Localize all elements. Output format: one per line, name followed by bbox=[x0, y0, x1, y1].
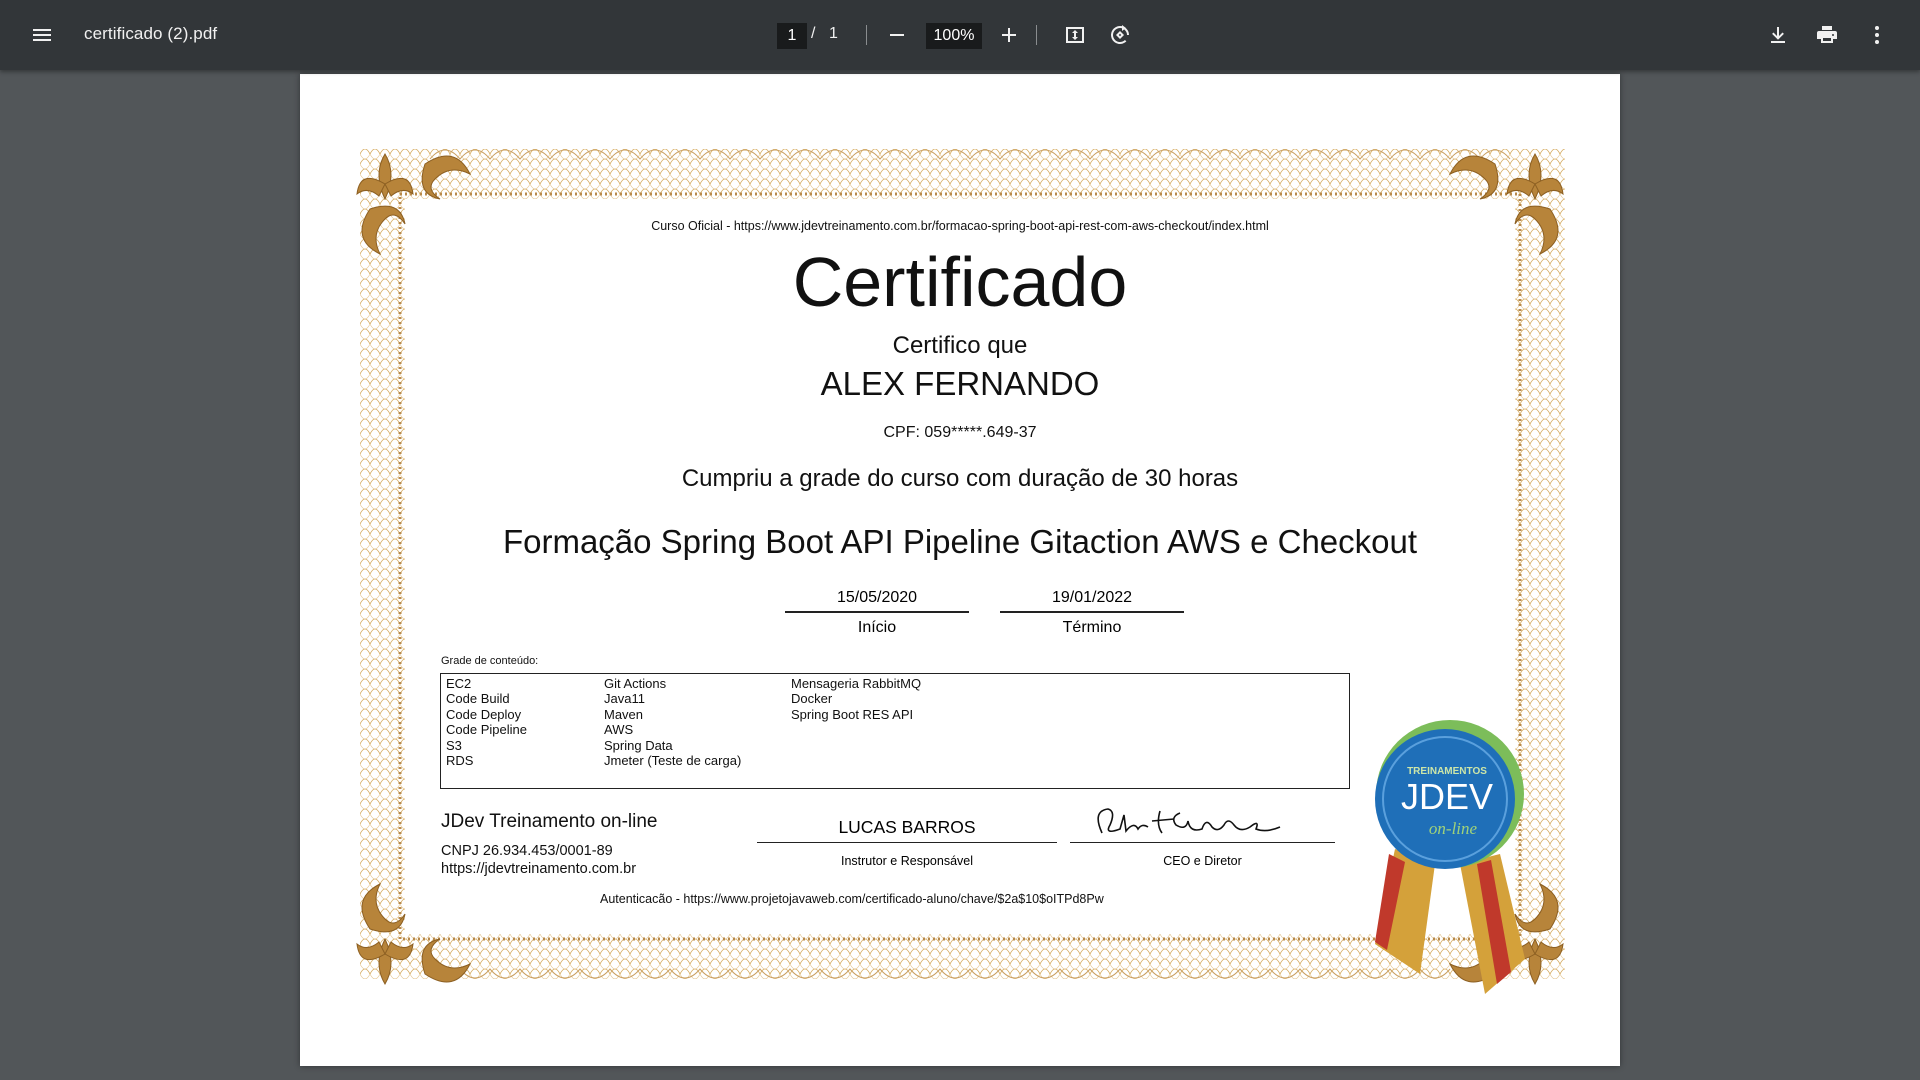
end-date-block: 19/01/2022 Término bbox=[1000, 589, 1184, 637]
rotate-button[interactable] bbox=[1100, 15, 1140, 55]
zoom-in-icon bbox=[1002, 28, 1016, 42]
course-name: Formação Spring Boot API Pipeline Gitact… bbox=[502, 523, 1418, 560]
grade-item: Mensageria RabbitMQ bbox=[791, 676, 922, 691]
instructor-signature-block: LUCAS BARROS Instrutor e Responsável bbox=[757, 817, 1057, 868]
grade-item: Jmeter (Teste de carga) bbox=[604, 753, 742, 769]
grade-item: AWS bbox=[604, 722, 634, 738]
organization-name: JDev Treinamento on-line bbox=[441, 811, 658, 832]
course-source-url: Curso Oficial - https://www.jdevtreiname… bbox=[651, 219, 1269, 233]
end-date: 19/01/2022 bbox=[1000, 589, 1184, 613]
grade-item: RDS bbox=[446, 753, 474, 769]
grade-item: Docker bbox=[791, 691, 833, 707]
pdf-toolbar: certificado (2).pdf 1 / 1 100% bbox=[0, 0, 1920, 70]
download-icon bbox=[1771, 27, 1785, 43]
menu-button[interactable] bbox=[22, 15, 62, 55]
zoom-out-icon bbox=[890, 34, 904, 36]
total-pages: 1 bbox=[829, 25, 838, 42]
zoom-input[interactable]: 100% bbox=[926, 23, 982, 49]
grade-item: Spring Data bbox=[604, 737, 673, 753]
ceo-signature bbox=[1097, 808, 1281, 834]
grade-item: Spring Boot RES API bbox=[791, 706, 914, 722]
jdev-seal-badge: TREINAMENTOS JDEV on-line bbox=[1375, 720, 1525, 994]
grade-item: Maven bbox=[604, 706, 644, 722]
ceo-signature-line bbox=[1070, 808, 1335, 843]
grade-content-box: EC2 Code Build Code Deploy Code Pipeline… bbox=[440, 673, 1350, 789]
zoom-out-button[interactable] bbox=[877, 15, 917, 55]
grade-item: Java11 bbox=[604, 691, 645, 707]
print-icon bbox=[1817, 26, 1837, 43]
rotate-icon bbox=[1111, 25, 1129, 44]
grade-column-3: Mensageria RabbitMQ Docker Spring Boot R… bbox=[791, 676, 921, 722]
print-button[interactable] bbox=[1807, 15, 1847, 55]
grade-item: S3 bbox=[446, 737, 462, 753]
more-vert-icon bbox=[1875, 26, 1879, 44]
document-title: certificado (2).pdf bbox=[84, 24, 218, 43]
start-date-block: 15/05/2020 Início bbox=[785, 589, 969, 637]
current-page-input[interactable]: 1 bbox=[777, 23, 807, 49]
completion-statement: Cumpriu a grade do curso com duração de … bbox=[681, 465, 1239, 492]
download-button[interactable] bbox=[1758, 15, 1798, 55]
organization-url: https://jdevtreinamento.com.br bbox=[441, 861, 637, 877]
page-separator: / bbox=[811, 25, 816, 42]
certificate-title: Certificado bbox=[792, 243, 1128, 321]
badge-line3: on-line bbox=[1429, 819, 1478, 838]
pdf-page: Curso Oficial - https://www.jdevtreiname… bbox=[300, 74, 1620, 1066]
student-cpf: CPF: 059*****.649-37 bbox=[883, 424, 1037, 441]
grade-item: Code Pipeline bbox=[446, 722, 527, 738]
menu-icon bbox=[33, 29, 51, 41]
ceo-signature-block: CEO e Diretor bbox=[1070, 808, 1335, 868]
more-options-button[interactable] bbox=[1857, 15, 1897, 55]
organization-cnpj: CNPJ 26.934.453/0001-89 bbox=[441, 843, 613, 859]
start-date: 15/05/2020 bbox=[785, 589, 969, 613]
fit-page-button[interactable] bbox=[1055, 15, 1095, 55]
zoom-in-button[interactable] bbox=[989, 15, 1029, 55]
authentication-link: Autenticacão - https://www.projetojavawe… bbox=[600, 892, 1104, 906]
certify-line: Certifico que bbox=[892, 332, 1028, 359]
toolbar-divider bbox=[1036, 25, 1037, 45]
grade-column-2: Git Actions Java11 Maven AWS Spring Data… bbox=[604, 676, 741, 768]
start-date-label: Início bbox=[857, 619, 897, 636]
fit-page-icon bbox=[1066, 27, 1084, 43]
grade-label: Grade de conteúdo: bbox=[441, 655, 539, 667]
end-date-label: Término bbox=[1062, 619, 1122, 636]
toolbar-divider bbox=[866, 25, 867, 45]
grade-item: Code Build bbox=[446, 691, 510, 707]
instructor-role: Instrutor e Responsável bbox=[840, 854, 973, 868]
grade-item: Git Actions bbox=[604, 676, 667, 691]
student-name: ALEX FERNANDO bbox=[820, 365, 1100, 402]
grade-item: Code Deploy bbox=[446, 706, 522, 722]
grade-column-1: EC2 Code Build Code Deploy Code Pipeline… bbox=[446, 676, 527, 768]
instructor-name: LUCAS BARROS bbox=[757, 817, 1057, 843]
ceo-role: CEO e Diretor bbox=[1163, 854, 1242, 868]
badge-line2: JDEV bbox=[1401, 776, 1493, 817]
grade-item: EC2 bbox=[446, 676, 472, 691]
